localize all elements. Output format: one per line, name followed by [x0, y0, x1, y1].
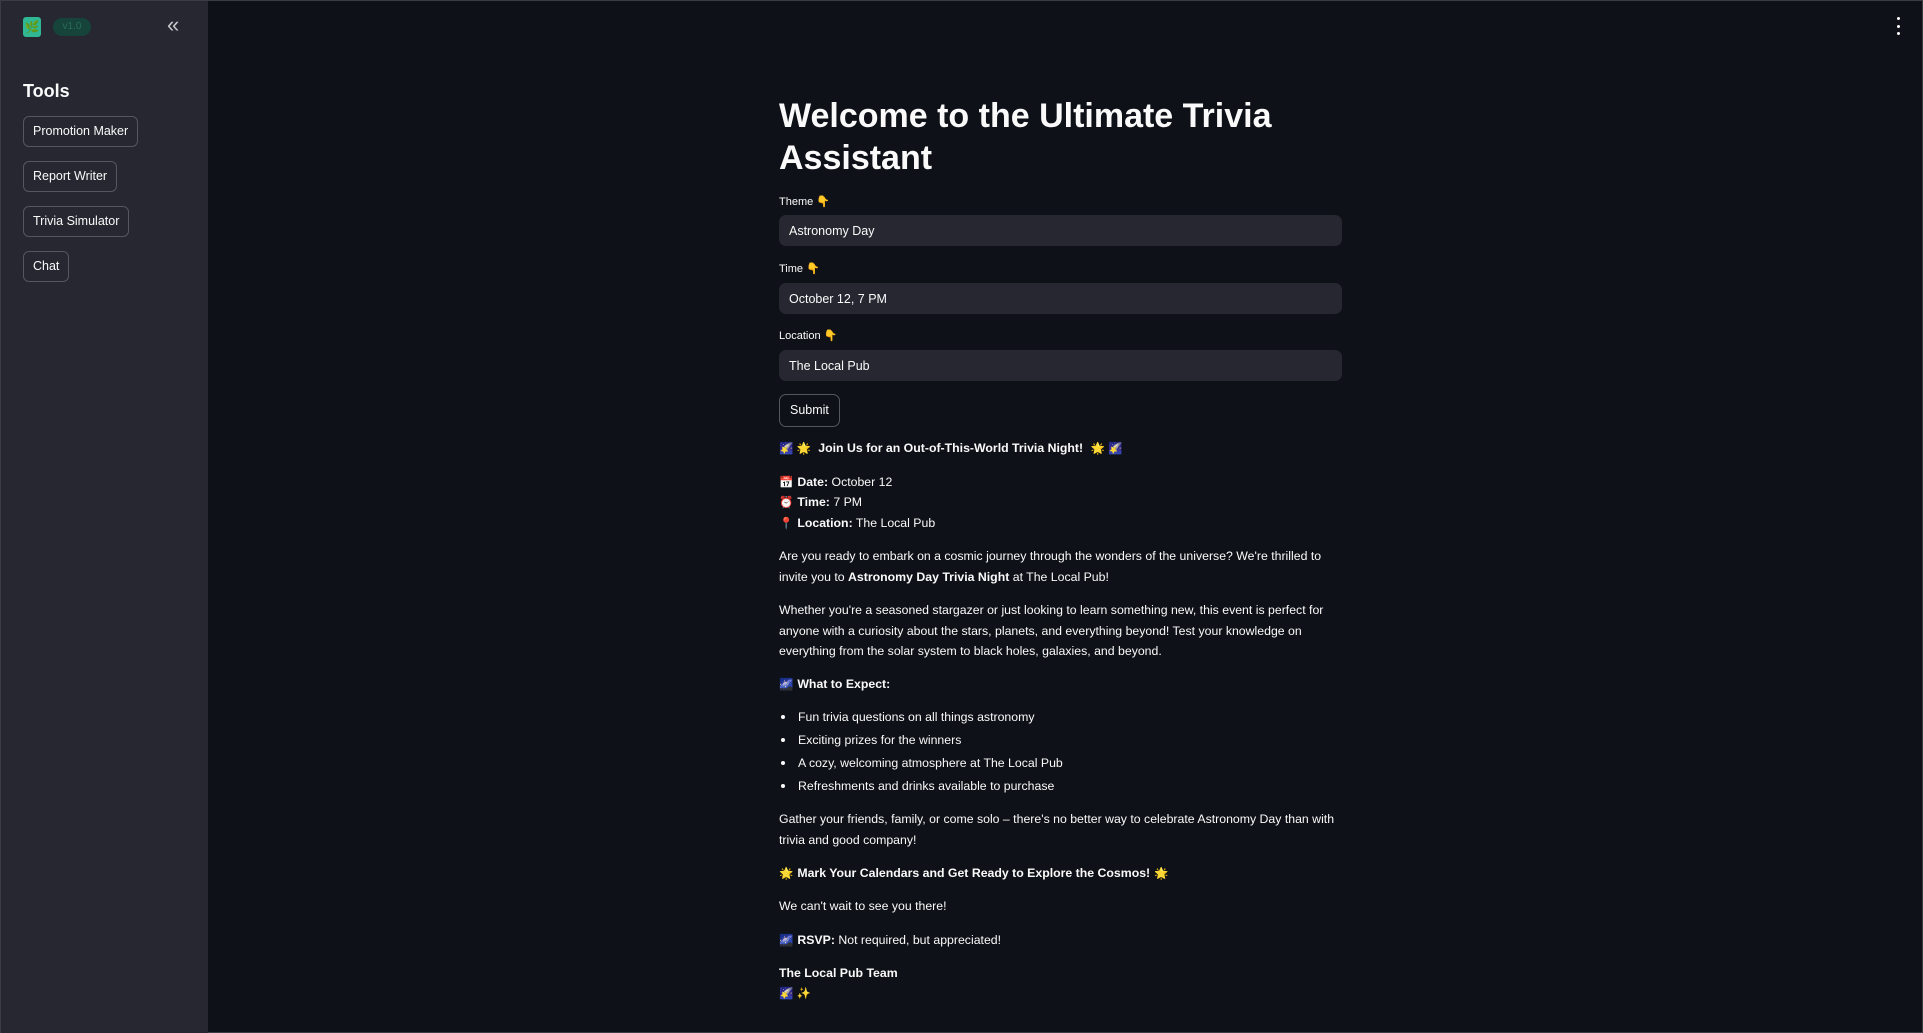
theme-input[interactable] — [779, 215, 1342, 246]
expect-list: Fun trivia questions on all things astro… — [779, 707, 1342, 799]
time-line: ⏰ Time: 7 PM — [779, 492, 1342, 514]
signature: The Local Pub Team — [779, 963, 1342, 984]
collapse-sidebar-icon[interactable]: « — [167, 14, 185, 37]
location-label: Location 👇 — [779, 330, 838, 342]
expect-heading: 🌌 What to Expect: — [779, 674, 1342, 696]
report-writer-button[interactable]: Report Writer — [23, 161, 118, 192]
logo-badge: v1.0 — [53, 18, 91, 36]
shooting-star-emoji: 🌠 🌟 — [779, 443, 811, 455]
date-line: 📅 Date: October 12 — [779, 472, 1342, 494]
trivia-simulator-button[interactable]: Trivia Simulator — [23, 206, 130, 237]
app-window: 🌿 v1.0 « Tools Promotion Maker Report Wr… — [0, 0, 1923, 1033]
pin-icon: 📍 — [779, 518, 794, 530]
location-input[interactable] — [779, 350, 1342, 381]
calendar-icon: 📅 — [779, 477, 794, 489]
cta-text: Mark Your Calendars and Get Ready to Exp… — [797, 866, 1151, 880]
list-item: Fun trivia questions on all things astro… — [779, 707, 1342, 730]
menu-dot — [1896, 17, 1900, 20]
list-item: Exciting prizes for the winners — [779, 730, 1342, 753]
date-label: Date: — [797, 475, 829, 489]
expect-heading-text: What to Expect: — [797, 677, 891, 691]
gather-paragraph: Gather your friends, family, or come sol… — [779, 812, 1335, 847]
time-input[interactable] — [779, 283, 1342, 314]
signature-emoji-line: 🌠 ✨ — [779, 983, 1342, 1005]
time-label-text: Time: — [797, 495, 830, 509]
signature-text: The Local Pub Team — [779, 966, 898, 980]
sparkles-icon: 🌠 ✨ — [779, 988, 811, 1000]
promo-headline: 🌠 🌟 Join Us for an Out-of-This-World Tri… — [779, 438, 1342, 460]
intro-paragraph: Are you ready to embark on a cosmic jour… — [779, 546, 1342, 587]
theme-label: Theme 👇 — [779, 196, 830, 208]
rsvp-value: Not required, but appreciated! — [838, 933, 1002, 947]
list-item: Refreshments and drinks available to pur… — [779, 776, 1342, 799]
description-paragraph: Whether you're a seasoned stargazer or j… — [779, 603, 1324, 658]
menu-dot — [1896, 24, 1900, 28]
promotion-maker-button[interactable]: Promotion Maker — [23, 116, 139, 147]
menu-dot — [1896, 32, 1900, 35]
time-value: 7 PM — [833, 495, 863, 509]
logo-row: 🌿 v1.0 — [23, 16, 91, 38]
sidebar-title: Tools — [23, 81, 70, 101]
closing-line: We can't wait to see you there! — [779, 899, 947, 913]
submit-button[interactable]: Submit — [779, 394, 840, 427]
rsvp-line: 🌌 RSVP: Not required, but appreciated! — [779, 930, 1342, 952]
galaxy-icon: 🌌 — [779, 935, 794, 947]
date-value: October 12 — [831, 475, 893, 489]
intro-event-name: Astronomy Day Trivia Night — [848, 569, 1010, 584]
chat-button[interactable]: Chat — [23, 251, 70, 282]
galaxy-icon: 🌌 — [779, 679, 794, 691]
location-line: 📍 Location: The Local Pub — [779, 513, 1342, 535]
time-label: Time 👇 — [779, 263, 820, 275]
headline-text: Join Us for an Out-of-This-World Trivia … — [818, 441, 1084, 455]
main-menu-icon[interactable] — [1894, 17, 1902, 35]
location-label-text: Location: — [797, 516, 853, 530]
location-value: The Local Pub — [855, 516, 936, 530]
sidebar: 🌿 v1.0 « Tools Promotion Maker Report Wr… — [1, 1, 208, 1033]
star-emoji: 🌟 🌠 — [1090, 443, 1123, 455]
star-icon: 🌟 — [1154, 868, 1169, 880]
list-item: A cozy, welcoming atmosphere at The Loca… — [779, 753, 1342, 776]
alarm-clock-icon: ⏰ — [779, 497, 794, 509]
intro-text-b: at The Local Pub! — [1012, 569, 1109, 584]
star-icon: 🌟 — [779, 868, 794, 880]
cta-line: 🌟 Mark Your Calendars and Get Ready to Ex… — [779, 863, 1342, 885]
page-title: Welcome to the Ultimate Trivia Assistant — [779, 97, 1272, 177]
rsvp-label: RSVP: — [797, 933, 835, 947]
app-logo-icon: 🌿 — [23, 17, 41, 37]
